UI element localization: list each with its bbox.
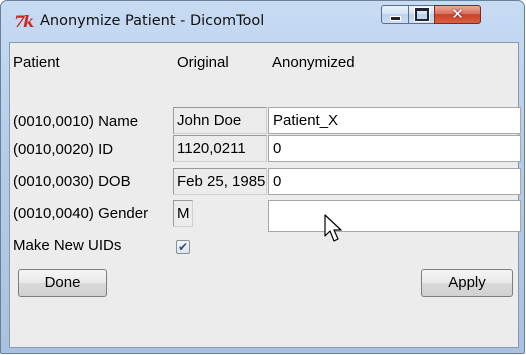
minimize-button[interactable] — [381, 5, 409, 24]
original-dob-field: Feb 25, 1985 — [173, 168, 267, 195]
minimize-icon — [389, 15, 401, 21]
label-name: (0010,0010) Name — [13, 113, 139, 130]
label-id: (0010,0020) ID — [13, 141, 114, 158]
maximize-button[interactable] — [408, 5, 435, 24]
original-id-field: 1120,0211 — [173, 135, 267, 162]
mouse-cursor-icon — [324, 214, 342, 242]
label-gender: (0010,0040) Gender — [13, 205, 149, 222]
dialog-content: Patient Original Anonymized (0010,0010) … — [9, 42, 521, 348]
make-new-uids-checkbox[interactable]: ✔ — [176, 240, 190, 254]
header-anonymized: Anonymized — [272, 54, 355, 71]
original-gender-field: M — [173, 200, 193, 227]
checkmark-icon: ✔ — [177, 240, 189, 254]
anonymized-id-input[interactable]: 0 — [268, 135, 521, 162]
tk-feather-icon: 7k — [14, 12, 34, 31]
apply-button[interactable]: Apply — [421, 269, 513, 297]
title-bar[interactable]: 7k Anonymize Patient - DicomTool ✕ — [2, 2, 524, 42]
maximize-icon — [413, 7, 430, 22]
dialog-window: 7k Anonymize Patient - DicomTool ✕ Patie… — [0, 0, 525, 354]
done-button[interactable]: Done — [18, 269, 107, 297]
anonymized-gender-input[interactable] — [268, 200, 521, 232]
label-dob: (0010,0030) DOB — [13, 173, 131, 190]
anonymized-name-input[interactable]: Patient_X — [268, 107, 521, 134]
make-new-uids-label: Make New UIDs — [13, 237, 122, 254]
window-title: Anonymize Patient - DicomTool — [40, 13, 265, 29]
header-patient: Patient — [13, 54, 60, 71]
header-original: Original — [177, 54, 229, 71]
anonymized-dob-input[interactable]: 0 — [268, 168, 521, 195]
original-name-field: John Doe — [173, 107, 267, 134]
close-icon: ✕ — [451, 5, 464, 23]
close-button[interactable]: ✕ — [434, 5, 481, 24]
